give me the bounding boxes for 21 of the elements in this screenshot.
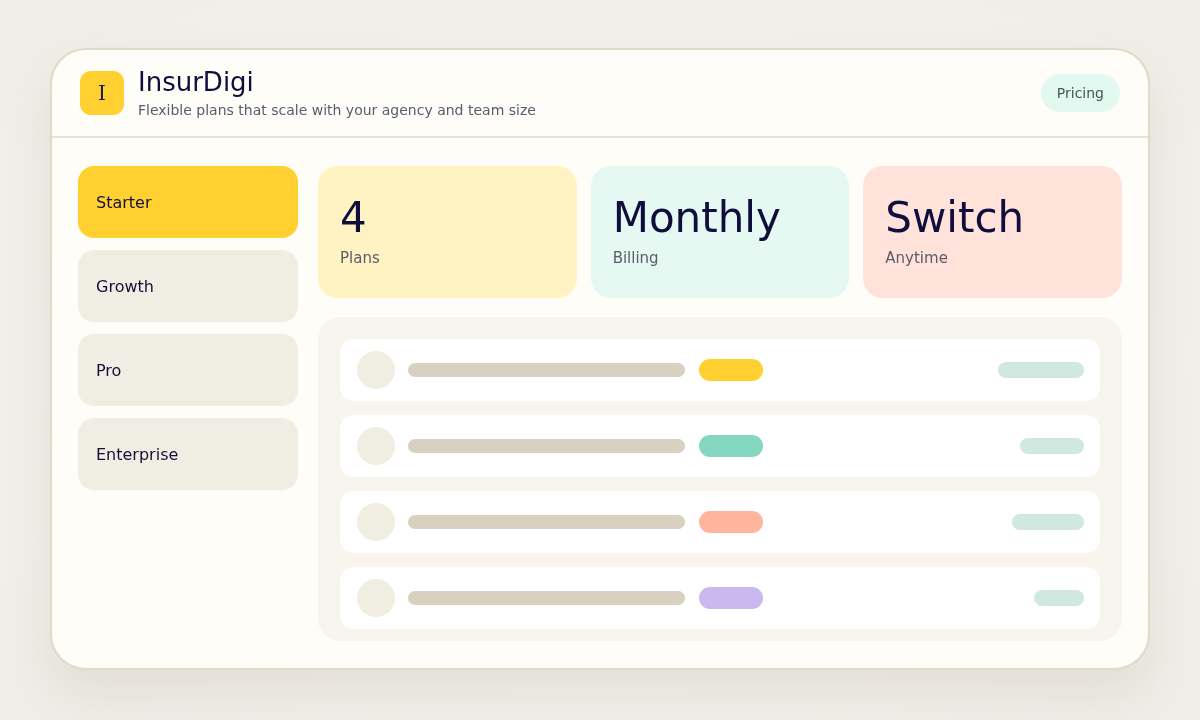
stat-label: Anytime xyxy=(885,248,948,268)
pricing-button[interactable]: Pricing xyxy=(1040,74,1120,112)
sidebar-item[interactable]: Growth xyxy=(78,250,298,322)
value-placeholder-bar xyxy=(1020,438,1084,454)
avatar-placeholder-icon xyxy=(357,503,395,541)
stat-value: 4 xyxy=(340,192,367,244)
avatar-placeholder-icon xyxy=(357,351,395,389)
sidebar-item[interactable]: Starter xyxy=(78,166,298,238)
value-placeholder-bar xyxy=(1012,514,1084,530)
app-title: InsurDigi xyxy=(138,66,254,98)
sidebar-item[interactable]: Enterprise xyxy=(78,418,298,490)
sidebar-item[interactable]: Pro xyxy=(78,334,298,406)
value-placeholder-bar xyxy=(1034,590,1084,606)
stat-value: Monthly xyxy=(612,192,781,244)
logo-tile: I xyxy=(80,71,124,115)
stat-label: Plans xyxy=(340,248,380,268)
avatar-placeholder-icon xyxy=(357,427,395,465)
app-subtitle: Flexible plans that scale with your agency and team size xyxy=(138,101,536,120)
stat-value: Switch xyxy=(885,192,1025,244)
stat-label: Billing xyxy=(612,248,659,268)
avatar-placeholder-icon xyxy=(357,579,395,617)
